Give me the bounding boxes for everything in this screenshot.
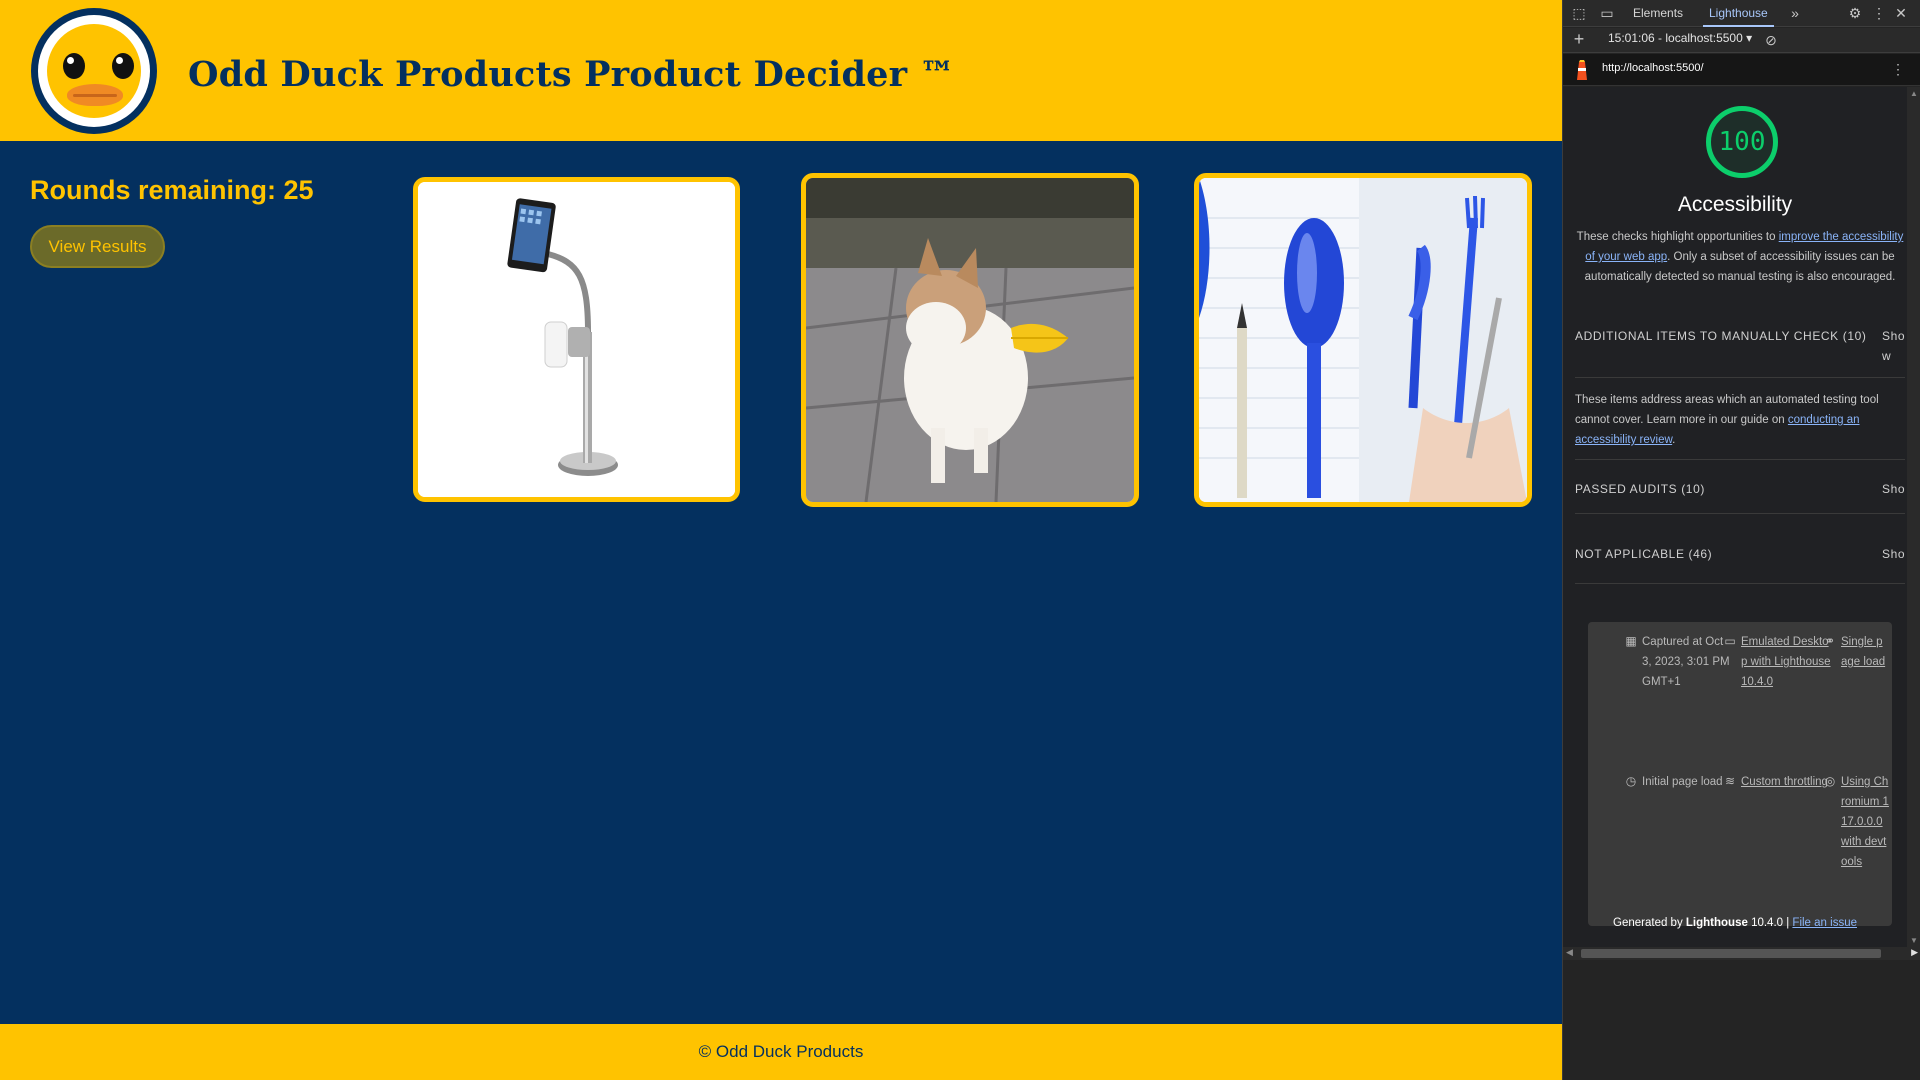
close-devtools-icon[interactable]: ✕ — [1893, 5, 1909, 21]
more-options-icon[interactable]: ⋮ — [1871, 5, 1887, 21]
settings-gear-icon[interactable]: ⚙ — [1847, 5, 1863, 21]
category-description: These checks highlight opportunities to … — [1576, 231, 1904, 283]
product-image-pen-utensils[interactable] — [1194, 173, 1532, 507]
devtools-tabbar: ⬚ ▭ Elements Lighthouse » ⚙ ⋮ ✕ — [1563, 0, 1920, 27]
emulated-desktop[interactable]: ▭ Emulated Desktop with Lighthouse 10.4.0 — [1724, 632, 1831, 692]
clear-reports-icon[interactable]: ⊘ — [1763, 32, 1779, 48]
ipad-toilet-paper-stand-image — [418, 182, 735, 497]
not-applicable-title: NOT APPLICABLE (46) — [1575, 547, 1713, 561]
single-page-load[interactable]: ⚭ Single page load — [1825, 632, 1886, 672]
report-url: http://localhost:5500/ — [1602, 62, 1704, 74]
chromium-icon: ◎ — [1824, 774, 1836, 788]
duck-logo-icon — [31, 8, 157, 134]
na-show-toggle[interactable]: Show — [1882, 544, 1905, 564]
generated-by: Generated by Lighthouse 10.4.0 | File an… — [1613, 917, 1857, 929]
inspect-element-icon[interactable]: ⬚ — [1571, 5, 1587, 21]
nodes-icon: ⚭ — [1824, 634, 1836, 648]
rounds-remaining: Rounds remaining: 25 — [30, 175, 314, 205]
lighthouse-url-bar: http://localhost:5500/ ⋮ — [1563, 54, 1920, 86]
category-title: Accessibility — [1677, 193, 1793, 216]
pen-cutlery-image — [1199, 178, 1527, 502]
stopwatch-icon: ◷ — [1625, 774, 1637, 788]
report-horizontal-scrollbar[interactable]: ◀ ▶ — [1563, 947, 1920, 960]
manual-show-toggle[interactable]: Show — [1882, 326, 1906, 366]
file-issue-link[interactable]: File an issue — [1792, 917, 1857, 929]
passed-show-toggle[interactable]: Show — [1882, 479, 1905, 499]
initial-page-load: ◷ Initial page load — [1625, 774, 1723, 788]
passed-audits-title: PASSED AUDITS (10) — [1575, 482, 1705, 496]
manual-check-title: ADDITIONAL ITEMS TO MANUALLY CHECK (10) — [1575, 329, 1867, 343]
app-header: Odd Duck Products Product Decider ™ — [0, 0, 1562, 141]
devices-icon: ▭ — [1724, 634, 1736, 648]
runtime-settings-box: ▦ Captured at Oct 3, 2023, 3:01 PM GMT+1 … — [1588, 622, 1892, 926]
product-image-dog-duck[interactable] — [801, 173, 1139, 507]
chromium-version[interactable]: ◎ Using Chromium 117.0.0.0 with devtools — [1825, 772, 1891, 872]
lighthouse-report: 100 Accessibility These checks highlight… — [1563, 87, 1907, 947]
product-image-pet-sweep[interactable] — [413, 177, 740, 502]
not-applicable-group[interactable]: NOT APPLICABLE (46) Show — [1575, 544, 1905, 564]
odd-duck-app: Odd Duck Products Product Decider ™ Roun… — [0, 0, 1562, 1080]
passed-audits-group[interactable]: PASSED AUDITS (10) Show — [1575, 479, 1905, 499]
report-select[interactable]: 15:01:06 - localhost:5500 ▾ — [1608, 31, 1752, 45]
custom-throttling[interactable]: ≋ Custom throttling — [1725, 772, 1831, 792]
tab-elements[interactable]: Elements — [1627, 0, 1689, 27]
app-footer: © Odd Duck Products — [0, 1024, 1562, 1080]
device-toolbar-icon[interactable]: ▭ — [1599, 5, 1615, 21]
captured-at: ▦ Captured at Oct 3, 2023, 3:01 PM GMT+1 — [1625, 634, 1730, 688]
report-vertical-scrollbar[interactable]: ▲ ▼ — [1907, 87, 1920, 947]
dog-duck-muzzle-image — [806, 178, 1134, 502]
more-tabs-chevron-icon[interactable]: » — [1787, 5, 1803, 21]
manual-check-description: These items address areas which an autom… — [1575, 394, 1879, 446]
new-report-plus-icon[interactable]: + — [1571, 30, 1587, 48]
accessibility-score-gauge: 100 — [1706, 106, 1778, 178]
devtools-panel: ⬚ ▭ Elements Lighthouse » ⚙ ⋮ ✕ + 15:01:… — [1562, 0, 1920, 1080]
copyright-text: © Odd Duck Products — [698, 1042, 864, 1061]
wifi-icon: ≋ — [1724, 774, 1736, 788]
lighthouse-logo-icon — [1577, 60, 1587, 80]
page-title: Odd Duck Products Product Decider ™ — [188, 54, 955, 95]
lighthouse-toolbar: + 15:01:06 - localhost:5500 ▾ ⊘ — [1563, 28, 1920, 53]
view-results-button[interactable]: View Results — [30, 225, 165, 268]
report-menu-icon[interactable]: ⋮ — [1891, 61, 1905, 78]
calendar-icon: ▦ — [1625, 634, 1637, 648]
tab-lighthouse[interactable]: Lighthouse — [1703, 0, 1774, 27]
